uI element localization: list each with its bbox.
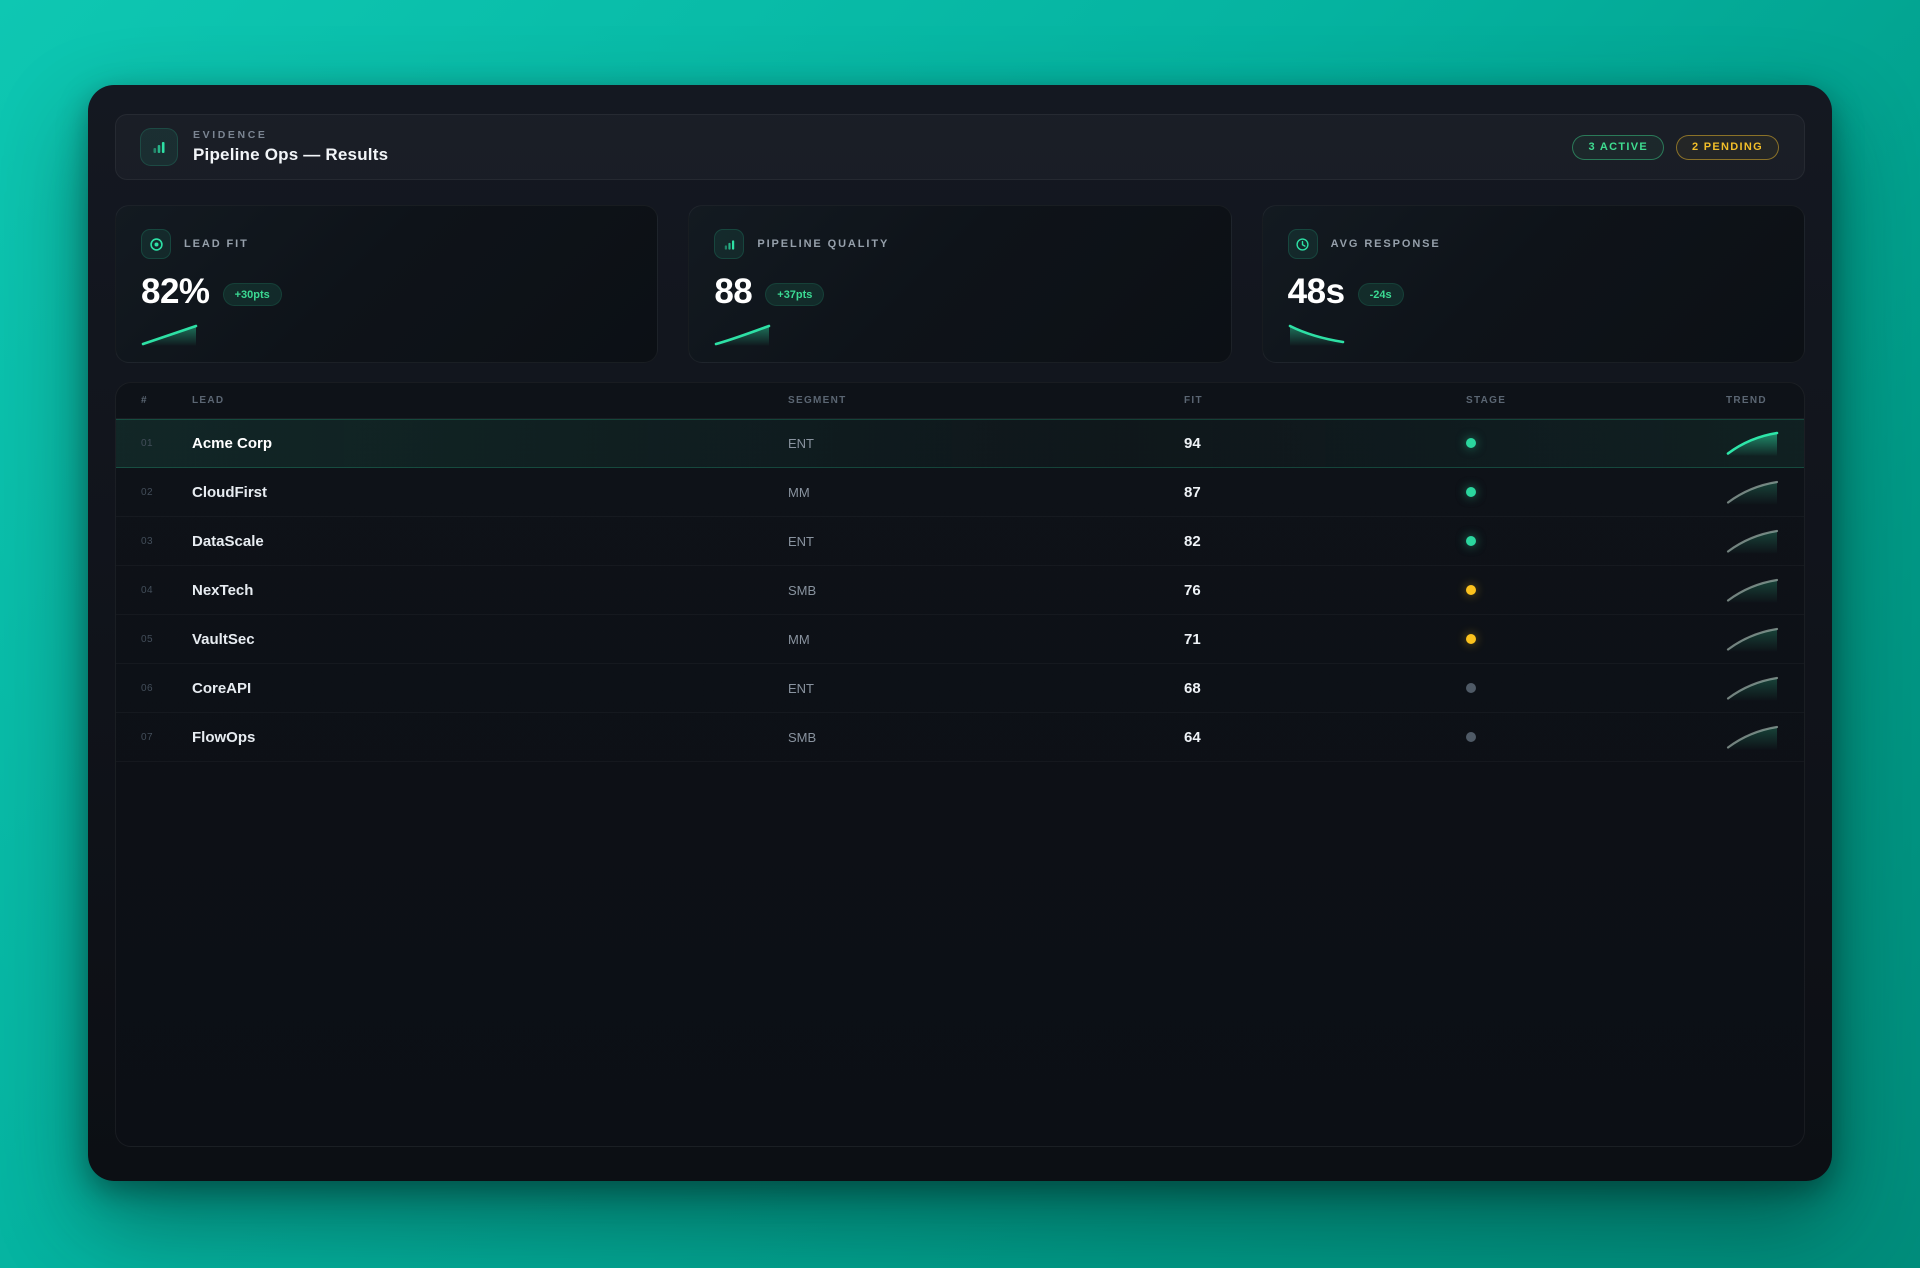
stat-card-avg-response: AVG RESPONSE 48s -24s	[1262, 205, 1805, 363]
header-titles: EVIDENCE Pipeline Ops — Results	[193, 129, 388, 165]
stat-card-head: LEAD FIT	[141, 229, 632, 259]
segment-label: SMB	[788, 583, 1184, 598]
table-header-row: # LEAD SEGMENT FIT STAGE TREND	[116, 383, 1804, 419]
clock-icon	[1288, 229, 1318, 259]
table-row[interactable]: 03 DataScale ENT 82	[116, 517, 1804, 566]
header-bar: EVIDENCE Pipeline Ops — Results 3 ACTIVE…	[115, 114, 1805, 180]
stats-row: LEAD FIT 82% +30pts	[115, 205, 1805, 363]
lead-name: Acme Corp	[192, 435, 788, 452]
bar-chart-icon	[140, 128, 178, 166]
page-title: Pipeline Ops — Results	[193, 145, 388, 165]
trend-up-sparkline	[714, 323, 771, 346]
segment-label: ENT	[788, 681, 1184, 696]
lead-name: VaultSec	[192, 631, 788, 648]
header-eyebrow: EVIDENCE	[193, 129, 388, 141]
stat-card-head: PIPELINE QUALITY	[714, 229, 1205, 259]
results-table: # LEAD SEGMENT FIT STAGE TREND 01 Acme C…	[115, 382, 1805, 1147]
stage-dot	[1466, 536, 1476, 546]
pending-count-badge[interactable]: 2 PENDING	[1676, 135, 1779, 160]
stage-dot	[1466, 732, 1476, 742]
row-index: 02	[141, 487, 192, 498]
trend-down-sparkline	[1288, 323, 1345, 346]
row-index: 07	[141, 732, 192, 743]
stage-dot	[1466, 683, 1476, 693]
lead-name: DataScale	[192, 533, 788, 550]
table-row[interactable]: 07 FlowOps SMB 64	[116, 713, 1804, 762]
trend-sparkline	[1726, 528, 1779, 554]
stat-value: 88	[714, 272, 752, 312]
app-window: EVIDENCE Pipeline Ops — Results 3 ACTIVE…	[88, 85, 1832, 1181]
trend-sparkline	[1726, 724, 1779, 750]
stat-value: 48s	[1288, 272, 1345, 312]
trend-sparkline	[1726, 430, 1779, 456]
segment-label: ENT	[788, 534, 1184, 549]
stage-dot	[1466, 438, 1476, 448]
table-row[interactable]: 01 Acme Corp ENT 94	[116, 419, 1804, 468]
lead-name: FlowOps	[192, 729, 788, 746]
fit-score: 64	[1184, 729, 1466, 746]
row-index: 01	[141, 438, 192, 449]
table-row[interactable]: 06 CoreAPI ENT 68	[116, 664, 1804, 713]
fit-score: 76	[1184, 582, 1466, 599]
trend-sparkline	[1726, 675, 1779, 701]
column-header-trend: TREND	[1726, 395, 1803, 406]
segment-label: MM	[788, 632, 1184, 647]
fit-score: 87	[1184, 484, 1466, 501]
segment-label: SMB	[788, 730, 1184, 745]
stat-label: AVG RESPONSE	[1331, 238, 1441, 250]
row-index: 05	[141, 634, 192, 645]
row-index: 04	[141, 585, 192, 596]
stage-dot	[1466, 487, 1476, 497]
lead-name: CloudFirst	[192, 484, 788, 501]
stat-delta-badge: +37pts	[765, 283, 824, 306]
segment-label: MM	[788, 485, 1184, 500]
stat-label: PIPELINE QUALITY	[757, 238, 889, 250]
status-badges: 3 ACTIVE 2 PENDING	[1572, 135, 1779, 160]
table-row[interactable]: 04 NexTech SMB 76	[116, 566, 1804, 615]
table-row[interactable]: 05 VaultSec MM 71	[116, 615, 1804, 664]
trend-sparkline	[1726, 577, 1779, 603]
fit-score: 82	[1184, 533, 1466, 550]
stat-label: LEAD FIT	[184, 238, 249, 250]
stage-dot	[1466, 585, 1476, 595]
column-header-lead: LEAD	[192, 395, 788, 406]
column-header-fit: FIT	[1184, 395, 1466, 406]
fit-score: 71	[1184, 631, 1466, 648]
target-icon	[141, 229, 171, 259]
fit-score: 68	[1184, 680, 1466, 697]
active-count-badge[interactable]: 3 ACTIVE	[1572, 135, 1664, 160]
stat-value: 82%	[141, 272, 210, 312]
row-index: 06	[141, 683, 192, 694]
desktop-background: EVIDENCE Pipeline Ops — Results 3 ACTIVE…	[0, 0, 1920, 1268]
trend-sparkline	[1726, 479, 1779, 505]
stat-card-pipeline-quality: PIPELINE QUALITY 88 +37pts	[688, 205, 1231, 363]
stat-card-head: AVG RESPONSE	[1288, 229, 1779, 259]
trend-sparkline	[1726, 626, 1779, 652]
row-index: 03	[141, 536, 192, 547]
stat-delta-badge: +30pts	[223, 283, 282, 306]
lead-name: CoreAPI	[192, 680, 788, 697]
trend-up-sparkline	[141, 323, 198, 346]
lead-name: NexTech	[192, 582, 788, 599]
column-header-segment: SEGMENT	[788, 395, 1184, 406]
column-header-num: #	[141, 395, 192, 406]
stat-delta-badge: -24s	[1358, 283, 1404, 306]
stat-card-lead-fit: LEAD FIT 82% +30pts	[115, 205, 658, 363]
table-row[interactable]: 02 CloudFirst MM 87	[116, 468, 1804, 517]
column-header-stage: STAGE	[1466, 395, 1726, 406]
stage-dot	[1466, 634, 1476, 644]
segment-label: ENT	[788, 436, 1184, 451]
fit-score: 94	[1184, 435, 1466, 452]
bar-chart-icon	[714, 229, 744, 259]
